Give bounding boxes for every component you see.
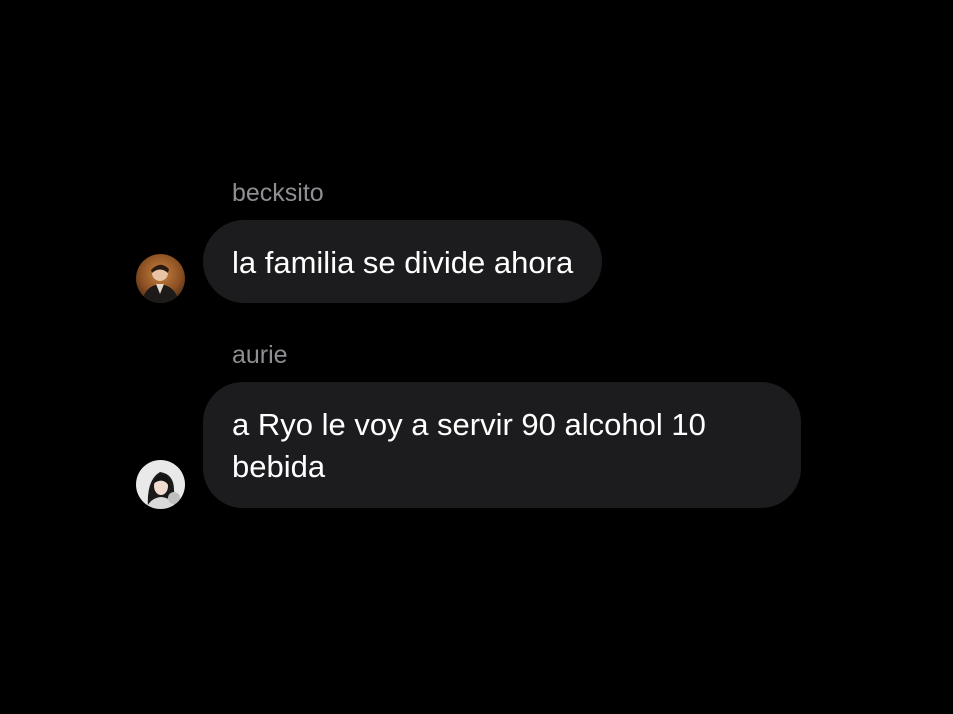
message-bubble[interactable]: a Ryo le voy a servir 90 alcohol 10 bebi… [203,382,801,508]
message-sender-name: aurie [232,341,288,369]
message-text: a Ryo le voy a servir 90 alcohol 10 bebi… [232,407,706,484]
user-avatar-photo-icon [136,254,185,303]
avatar-icon[interactable] [136,460,185,509]
chat-thread: becksito la familia se divide ahora auri… [0,0,953,714]
avatar-icon[interactable] [136,254,185,303]
message-text: la familia se divide ahora [232,245,574,280]
message-bubble[interactable]: la familia se divide ahora [203,220,603,303]
user-avatar-photo-icon [136,460,185,509]
message-sender-name: becksito [232,179,324,207]
